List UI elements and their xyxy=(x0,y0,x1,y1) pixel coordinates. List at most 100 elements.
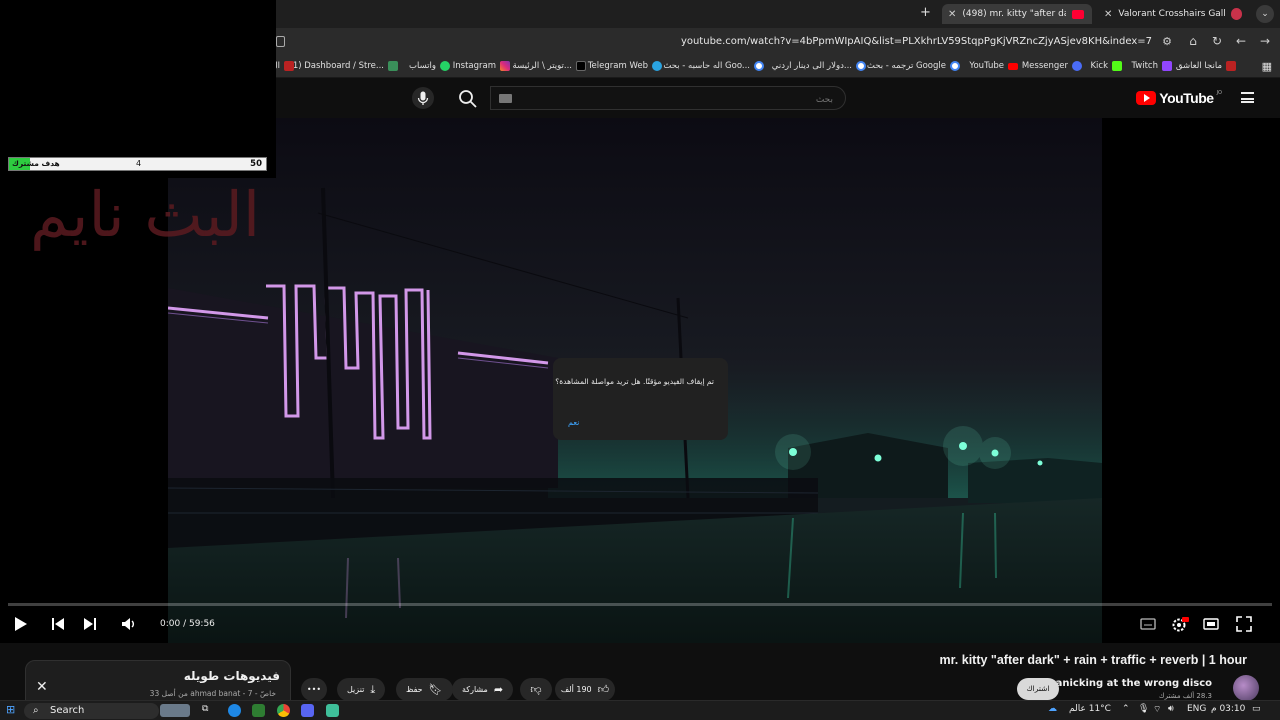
tab-title: Valorant Crosshairs Gallery - Va xyxy=(1118,9,1224,19)
close-tab-icon[interactable]: ✕ xyxy=(1104,9,1112,20)
bookmark-icon: 🔖︎ xyxy=(428,683,443,696)
close-tab-icon[interactable]: ✕ xyxy=(948,9,956,20)
search-icon: ⌕ xyxy=(33,705,39,716)
bookmark-item[interactable]: ترجمه - بحث Google xyxy=(867,61,960,71)
language-indicator[interactable]: ENG xyxy=(1187,704,1206,714)
dialog-yes-button[interactable]: نعم xyxy=(568,418,579,427)
save-button[interactable]: حفظ 🔖︎ xyxy=(396,678,453,701)
previous-icon[interactable] xyxy=(51,616,65,632)
home-icon[interactable]: ⌂ xyxy=(1186,34,1200,48)
channel-avatar[interactable] xyxy=(1233,675,1259,701)
share-button[interactable]: مشاركة ➦ xyxy=(452,678,514,701)
bookmark-item[interactable]: واتساب xyxy=(409,61,450,71)
bookmark-item[interactable]: Kick xyxy=(1090,61,1122,71)
bookmark-item[interactable]: اله حاسبه - بحث Goo... xyxy=(663,61,764,71)
channel-name[interactable]: panicking at the wrong disco xyxy=(1048,678,1212,689)
subscriber-count: 28.3 ألف مشترك xyxy=(1158,692,1212,700)
tab-title: (498) mr. kitty "after dark" + ra xyxy=(962,9,1066,19)
time-display: 0:00 / 59:56 xyxy=(160,619,215,629)
video-title: mr. kitty "after dark" + rain + traffic … xyxy=(939,653,1247,667)
site-settings-icon[interactable]: ⚙ xyxy=(1162,35,1172,48)
tray-chevron-icon[interactable]: ⌃ xyxy=(1122,704,1130,714)
forward-icon[interactable]: ← xyxy=(1234,34,1248,48)
like-button[interactable]: 190 ألف 👍︎ xyxy=(555,678,615,701)
goal-label: هدف مشترك xyxy=(12,159,60,168)
bookmark-item[interactable]: تويتر \ الرئيسة... xyxy=(513,61,586,71)
bookmark-item[interactable]: Twitch xyxy=(1132,61,1172,71)
search-icon[interactable] xyxy=(456,87,480,111)
bookmark-item[interactable]: مانجا العاشق xyxy=(1176,61,1236,71)
speaker-icon[interactable]: 🔊︎ xyxy=(1168,704,1174,714)
weather-text[interactable]: 11°C عالم xyxy=(1069,704,1111,714)
microphone-icon[interactable] xyxy=(412,87,434,109)
subtitles-icon[interactable] xyxy=(1140,616,1156,632)
download-button[interactable]: تنزيل ⤓ xyxy=(337,678,386,701)
search-input[interactable] xyxy=(491,89,845,111)
download-icon: ⤓ xyxy=(370,682,376,696)
miniplayer-icon[interactable] xyxy=(1203,616,1219,632)
wifi-icon[interactable]: ⌔ xyxy=(1153,704,1161,715)
obs-app-icon[interactable] xyxy=(326,704,339,717)
dislike-button[interactable]: 👎︎ xyxy=(520,678,552,701)
microphone-tray-icon[interactable]: 🎙︎ xyxy=(1138,704,1149,714)
bookmark-item[interactable]: Messenger xyxy=(1022,61,1082,71)
fullscreen-icon[interactable] xyxy=(1236,616,1252,632)
volume-icon[interactable] xyxy=(121,616,137,632)
task-view-icon[interactable]: ⧉ xyxy=(202,704,208,714)
google-icon xyxy=(856,61,866,71)
weather-icon[interactable]: ☁ xyxy=(1048,704,1057,714)
dashboard-icon xyxy=(388,61,398,71)
subscribe-button[interactable]: اشتراك xyxy=(1017,678,1059,700)
reload-icon[interactable]: ↻ xyxy=(1210,34,1224,48)
new-tab-button[interactable]: + xyxy=(920,5,931,20)
play-icon[interactable] xyxy=(14,616,28,632)
screen: + ✕ (498) mr. kitty "after dark" + ra ✕ … xyxy=(0,0,1280,720)
youtube-play-icon xyxy=(1136,91,1157,105)
goal-current: 4 xyxy=(136,159,142,168)
hamburger-menu-icon[interactable] xyxy=(1241,92,1254,103)
taskbar-search-box[interactable]: ⌕ Search xyxy=(24,703,159,719)
tab-search-chevron-icon[interactable]: ⌄ xyxy=(1256,5,1274,23)
share-icon: ➦ xyxy=(493,683,504,696)
logo-country: JO xyxy=(1216,90,1222,96)
search-label: Search xyxy=(50,705,85,716)
tab-valorant[interactable]: ✕ Valorant Crosshairs Gallery - Va xyxy=(1098,4,1248,24)
chrome-icon[interactable] xyxy=(277,704,290,717)
clock[interactable]: 03:10 م xyxy=(1211,704,1245,714)
telegram-icon xyxy=(652,61,662,71)
more-actions-button[interactable]: ••• xyxy=(301,678,327,701)
bookmarks-bar: مانجا العاشق Twitch Kick Messenger YouTu… xyxy=(271,56,1280,78)
video-progress-bar[interactable] xyxy=(8,603,1272,606)
x-icon xyxy=(576,61,586,71)
address-bar: youtube.com/watch?v=4bPpmWIpAIQ&list=PLX… xyxy=(276,28,1280,56)
twitch-icon xyxy=(1162,61,1172,71)
youtube-logo[interactable]: YouTube JO xyxy=(1136,90,1222,106)
bookmark-red-icon xyxy=(1226,61,1236,71)
instagram-icon xyxy=(500,61,510,71)
windows-start-icon[interactable]: ⊞ xyxy=(6,703,15,716)
bookmark-item[interactable]: دولار الى دينار اردني... xyxy=(772,61,866,71)
bookmarks-grid-icon[interactable]: ▦ xyxy=(1262,60,1272,73)
settings-gear-icon[interactable] xyxy=(1171,616,1189,634)
logo-text: YouTube xyxy=(1159,90,1214,106)
edge-icon[interactable] xyxy=(228,704,241,717)
back-icon[interactable]: → xyxy=(1258,34,1272,48)
goal-bar: هدف مشترك 4 50 xyxy=(8,157,267,171)
widgets-icon[interactable] xyxy=(160,704,190,717)
dialog-message: تم إيقاف الفيديو مؤقتًا. هل تريد مواصلة … xyxy=(555,377,714,386)
bookmark-item[interactable]: (1) Dashboard / Stre... xyxy=(290,61,398,71)
discord-icon[interactable] xyxy=(301,704,314,717)
store-icon[interactable] xyxy=(252,704,265,717)
close-icon[interactable]: ✕ xyxy=(36,679,48,695)
bookmark-item[interactable]: Instagram xyxy=(453,61,510,71)
url-field[interactable]: youtube.com/watch?v=4bPpmWIpAIQ&list=PLX… xyxy=(681,36,1152,47)
sidebar-toggle-icon[interactable] xyxy=(276,36,285,47)
playlist-title[interactable]: فيديوهات طويله xyxy=(184,669,280,683)
next-icon[interactable] xyxy=(83,616,97,632)
notifications-icon[interactable]: ▭ xyxy=(1252,704,1261,714)
youtube-favicon-icon xyxy=(1072,9,1085,19)
bookmark-item[interactable]: Telegram Web xyxy=(588,61,662,71)
bookmark-item[interactable]: YouTube xyxy=(969,61,1018,71)
keyboard-icon[interactable] xyxy=(499,94,512,103)
tab-youtube[interactable]: ✕ (498) mr. kitty "after dark" + ra xyxy=(942,4,1092,24)
